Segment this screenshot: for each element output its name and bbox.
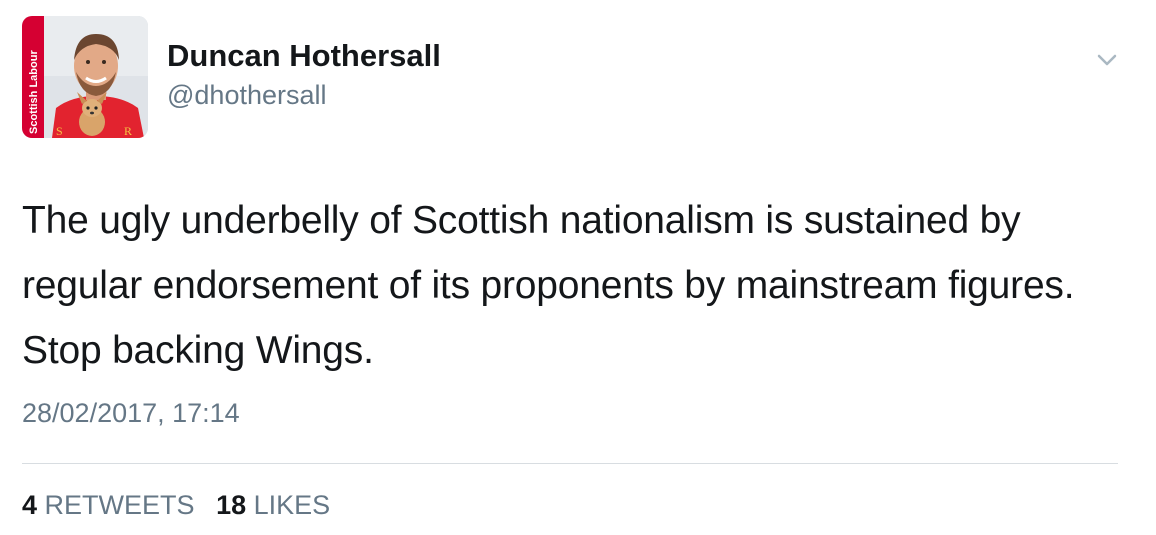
avatar-image: S R Scottish Labour (22, 16, 148, 138)
retweets-label: RETWEETS (44, 490, 195, 520)
likes-label: LIKES (253, 490, 331, 520)
tweet-timestamp[interactable]: 28/02/2017, 17:14 (22, 398, 240, 429)
divider (22, 463, 1118, 464)
author-display-name[interactable]: Duncan Hothersall (167, 38, 441, 74)
svg-text:Scottish Labour: Scottish Labour (28, 50, 40, 134)
chevron-down-icon[interactable] (1094, 50, 1120, 70)
svg-text:R: R (124, 124, 132, 138)
avatar[interactable]: S R Scottish Labour (22, 16, 148, 138)
tweet-text: The ugly underbelly of Scottish national… (22, 199, 1075, 372)
author-handle[interactable]: @dhothersall (167, 80, 327, 111)
retweets-stat[interactable]: 4 RETWEETS (22, 490, 195, 520)
likes-count: 18 (216, 490, 247, 520)
likes-stat[interactable]: 18 LIKES (216, 490, 330, 520)
tweet-stats: 4 RETWEETS 18 LIKES (22, 490, 344, 521)
tweet-card: S R Scottish Labour Duncan Hothersall @d… (0, 0, 1156, 535)
retweets-count: 4 (22, 490, 38, 520)
svg-text:S: S (56, 124, 63, 138)
